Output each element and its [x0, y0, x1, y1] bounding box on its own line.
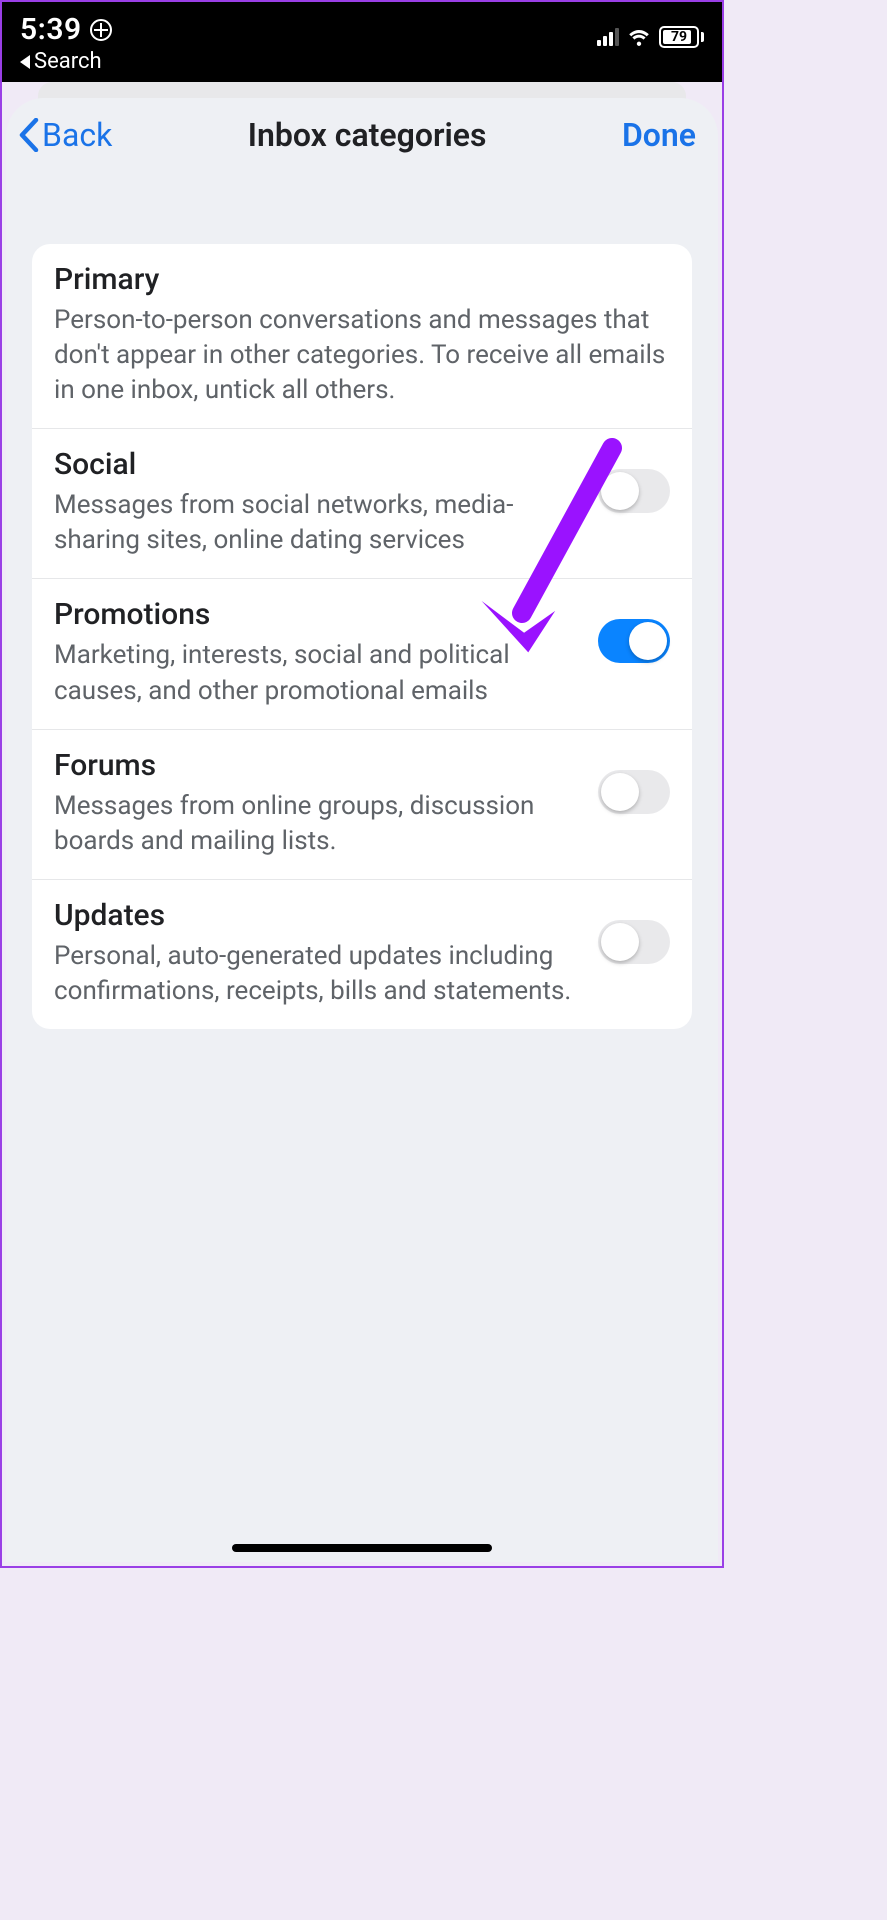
category-title: Social: [54, 447, 582, 482]
battery-icon: 79: [659, 26, 704, 48]
category-row-promotions: Promotions Marketing, interests, social …: [32, 579, 692, 729]
category-row-social: Social Messages from social networks, me…: [32, 429, 692, 579]
back-to-app[interactable]: Search: [20, 49, 112, 74]
category-title: Forums: [54, 748, 582, 783]
status-time: 5:39: [20, 12, 82, 47]
category-row-updates: Updates Personal, auto-generated updates…: [32, 880, 692, 1029]
category-row-forums: Forums Messages from online groups, disc…: [32, 730, 692, 880]
categories-card: Primary Person-to-person conversations a…: [32, 244, 692, 1029]
category-desc: Person-to-person conversations and messa…: [54, 303, 670, 408]
toggle-forums[interactable]: [598, 770, 670, 814]
navbar: Back Inbox categories Done: [6, 98, 718, 174]
cellular-icon: [597, 28, 619, 46]
back-caret-icon: [20, 55, 30, 69]
page-title: Inbox categories: [248, 116, 487, 154]
home-indicator[interactable]: [232, 1544, 492, 1552]
category-desc: Marketing, interests, social and politic…: [54, 638, 582, 708]
back-app-label: Search: [34, 49, 102, 74]
wifi-icon: [627, 28, 651, 46]
category-title: Promotions: [54, 597, 582, 632]
toggle-social[interactable]: [598, 469, 670, 513]
done-button[interactable]: Done: [622, 116, 696, 154]
battery-percent: 79: [671, 29, 687, 45]
chevron-left-icon: [18, 118, 40, 152]
category-desc: Personal, auto-generated updates includi…: [54, 939, 582, 1009]
globe-icon: [90, 19, 112, 41]
category-desc: Messages from online groups, discussion …: [54, 789, 582, 859]
back-label: Back: [42, 116, 112, 154]
settings-sheet: Back Inbox categories Done Primary Perso…: [6, 98, 718, 1562]
category-desc: Messages from social networks, media-sha…: [54, 488, 582, 558]
back-button[interactable]: Back: [18, 116, 112, 154]
toggle-promotions[interactable]: [598, 619, 670, 663]
category-title: Primary: [54, 262, 670, 297]
category-row-primary: Primary Person-to-person conversations a…: [32, 244, 692, 429]
category-title: Updates: [54, 898, 582, 933]
status-bar: 5:39 Search 79: [2, 2, 722, 82]
toggle-updates[interactable]: [598, 920, 670, 964]
